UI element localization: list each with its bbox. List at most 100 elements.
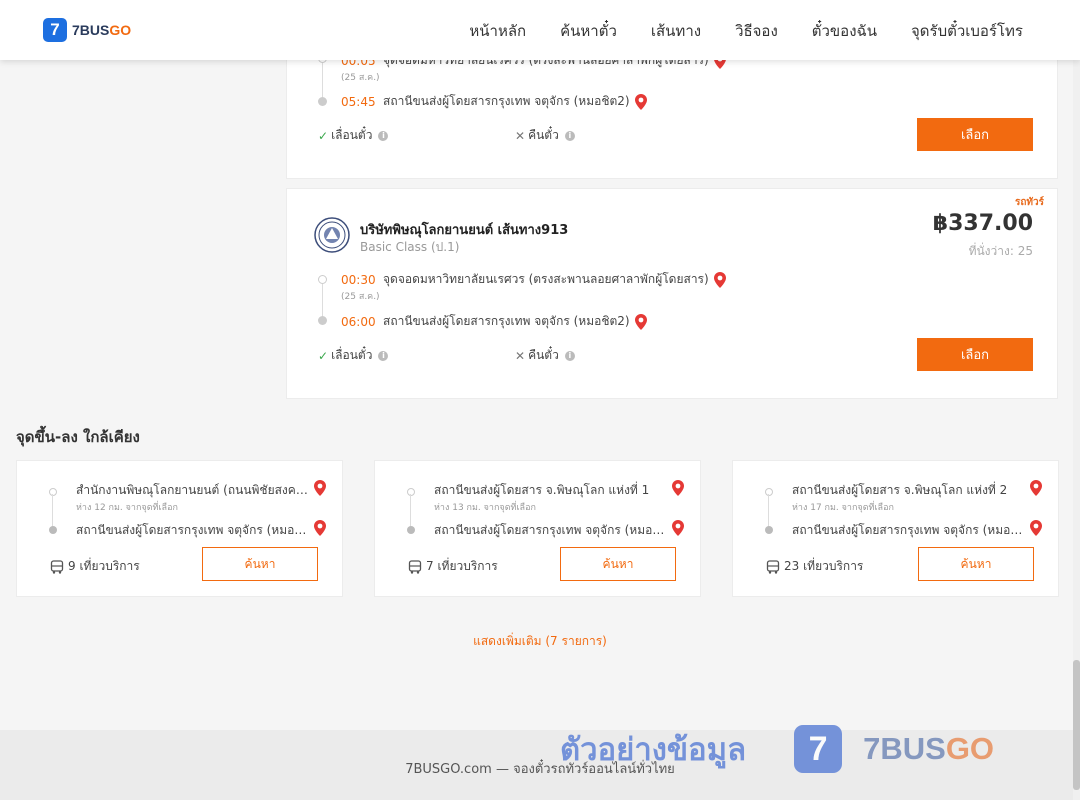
check-icon: ✓ [318, 348, 329, 363]
nav-search-ticket[interactable]: ค้นหาตั๋ว [560, 19, 617, 43]
trip-count: 9 เที่ยวบริการ [50, 557, 140, 576]
search-nearby-button[interactable]: ค้นหา [918, 547, 1034, 581]
info-icon[interactable]: i [378, 130, 389, 141]
map-pin-icon[interactable] [634, 313, 647, 330]
timeline-end-dot [49, 526, 57, 534]
timeline-end-dot [765, 526, 773, 534]
nearby-to: สถานีขนส่งผู้โดยสารกรุงเทพ จตุจักร (หมอช… [76, 523, 308, 537]
trip-card: รถทัวร์ บริษัทพิษณุโลกยานยนต์ เส้นทาง913… [286, 188, 1058, 399]
arrival-time: 06:00 [341, 314, 376, 329]
map-pin-icon[interactable] [634, 93, 647, 110]
refund-ticket-label: คืนตั๋ว [528, 348, 559, 362]
timeline-start-dot [49, 488, 57, 496]
nearby-card: สำนักงานพิษณุโลกยานยนต์ (ถนนพิชัยสงคราม)… [16, 460, 343, 597]
refund-ticket-label: คืนตั๋ว [528, 128, 559, 142]
nav-routes[interactable]: เส้นทาง [651, 19, 701, 43]
select-trip-button[interactable]: เลือก [917, 338, 1033, 371]
scrollbar-thumb[interactable] [1073, 660, 1080, 790]
departure-date: (25 ส.ค.) [341, 73, 380, 83]
trip-card: 00:05 จุดจอดมหาวิทยาลัยนเรศวร (ตรงสะพานล… [286, 40, 1058, 179]
departure-date: (25 ส.ค.) [341, 292, 380, 302]
departure-time: 00:30 [341, 272, 376, 287]
search-nearby-button[interactable]: ค้นหา [202, 547, 318, 581]
map-pin-icon[interactable] [672, 520, 684, 536]
bus-type-tag: รถทัวร์ [1014, 197, 1044, 208]
timeline-end-dot [407, 526, 415, 534]
bus-icon [408, 559, 422, 574]
nearby-distance: ห่าง 12 กม. จากจุดที่เลือก [76, 503, 178, 513]
show-more-link[interactable]: แสดงเพิ่มเติม (7 รายการ) [0, 632, 1080, 651]
timeline-line [322, 63, 323, 97]
nearby-distance: ห่าง 17 กม. จากจุดที่เลือก [792, 503, 894, 513]
arrival-time: 05:45 [341, 94, 376, 109]
nearby-from: สำนักงานพิษณุโลกยานยนต์ (ถนนพิชัยสงคราม) [76, 483, 308, 497]
check-icon: ✓ [318, 128, 329, 143]
timeline-start-dot [318, 275, 327, 284]
sample-watermark: ตัวอย่างข้อมูล 7 7BUSGO [560, 724, 994, 774]
timeline-start-dot [765, 488, 773, 496]
timeline-start-dot [407, 488, 415, 496]
info-icon[interactable]: i [564, 350, 575, 361]
trip-count-label: 23 เที่ยวบริการ [784, 559, 864, 573]
nearby-to: สถานีขนส่งผู้โดยสารกรุงเทพ จตุจักร (หมอช… [792, 523, 1024, 537]
nearby-card: สถานีขนส่งผู้โดยสาร จ.พิษณุโลก แห่งที่ 2… [732, 460, 1059, 597]
nav-how-to-book[interactable]: วิธีจอง [735, 19, 778, 43]
change-ticket-feature: ✓ เลื่อนตั๋ว i [318, 126, 389, 145]
bus-icon [766, 559, 780, 574]
nav-my-tickets[interactable]: ตั๋วของฉัน [812, 19, 877, 43]
logo-text: 7BUSGO [72, 22, 132, 38]
seat-class: Basic Class (ป.1) [360, 240, 460, 254]
trip-count-label: 9 เที่ยวบริการ [68, 559, 140, 573]
map-pin-icon[interactable] [314, 480, 326, 496]
seats-available: ที่นั่งว่าง: 25 [968, 244, 1033, 258]
arrival-stop: 06:00 สถานีขนส่งผู้โดยสารกรุงเทพ จตุจักร… [341, 312, 647, 331]
map-pin-icon[interactable] [713, 271, 726, 288]
departure-stop: 00:30 จุดจอดมหาวิทยาลัยนเรศวร (ตรงสะพานล… [341, 270, 726, 289]
trip-count: 7 เที่ยวบริการ [408, 557, 498, 576]
site-logo[interactable]: 7 7BUSGO [43, 18, 131, 42]
trip-count-label: 7 เที่ยวบริการ [426, 559, 498, 573]
nearby-to: สถานีขนส่งผู้โดยสารกรุงเทพ จตุจักร (หมอช… [434, 523, 666, 537]
refund-ticket-feature: ✕ คืนตั๋ว i [515, 126, 575, 145]
map-pin-icon[interactable] [672, 480, 684, 496]
timeline-line [768, 494, 769, 527]
info-icon[interactable]: i [378, 350, 389, 361]
timeline-line [52, 494, 53, 527]
cross-icon: ✕ [515, 128, 526, 143]
nearby-distance: ห่าง 13 กม. จากจุดที่เลือก [434, 503, 536, 513]
cross-icon: ✕ [515, 348, 526, 363]
ticket-price: ฿337.00 [932, 211, 1033, 236]
timeline-end-dot [318, 97, 327, 106]
change-ticket-label: เลื่อนตั๋ว [331, 348, 373, 362]
page-scrollbar[interactable] [1073, 60, 1080, 800]
bus-icon [50, 559, 64, 574]
map-pin-icon[interactable] [314, 520, 326, 536]
timeline-line [410, 494, 411, 527]
nearby-from: สถานีขนส่งผู้โดยสาร จ.พิษณุโลก แห่งที่ 1 [434, 483, 650, 497]
info-icon[interactable]: i [564, 130, 575, 141]
refund-ticket-feature: ✕ คืนตั๋ว i [515, 346, 575, 365]
operator-seal-icon [314, 217, 350, 253]
select-trip-button[interactable]: เลือก [917, 118, 1033, 151]
departure-place: จุดจอดมหาวิทยาลัยนเรศวร (ตรงสะพานลอยศาลา… [383, 272, 709, 286]
arrival-stop: 05:45 สถานีขนส่งผู้โดยสารกรุงเทพ จตุจักร… [341, 92, 647, 111]
map-pin-icon[interactable] [1030, 520, 1042, 536]
change-ticket-label: เลื่อนตั๋ว [331, 128, 373, 142]
operator-name: บริษัทพิษณุโลกยานยนต์ เส้นทาง913 [360, 223, 569, 238]
watermark-brand: 7BUSGO [863, 731, 995, 766]
change-ticket-feature: ✓ เลื่อนตั๋ว i [318, 346, 389, 365]
nav-home[interactable]: หน้าหลัก [469, 19, 526, 43]
timeline-line [322, 284, 323, 317]
trip-count: 23 เที่ยวบริการ [766, 557, 863, 576]
map-pin-icon[interactable] [1030, 480, 1042, 496]
watermark-logo-mark: 7 [794, 725, 843, 773]
arrival-place: สถานีขนส่งผู้โดยสารกรุงเทพ จตุจักร (หมอช… [383, 314, 630, 328]
arrival-place: สถานีขนส่งผู้โดยสารกรุงเทพ จตุจักร (หมอช… [383, 94, 630, 108]
nearby-section-title: จุดขึ้น-ลง ใกล้เคียง [16, 428, 140, 446]
logo-mark: 7 [43, 18, 67, 42]
nearby-card: สถานีขนส่งผู้โดยสาร จ.พิษณุโลก แห่งที่ 1… [374, 460, 701, 597]
watermark-text: ตัวอย่างข้อมูล [560, 732, 747, 768]
nearby-from: สถานีขนส่งผู้โดยสาร จ.พิษณุโลก แห่งที่ 2 [792, 483, 1008, 497]
nav-ticket-points[interactable]: จุดรับตั๋วเบอร์โทร [911, 19, 1023, 43]
search-nearby-button[interactable]: ค้นหา [560, 547, 676, 581]
